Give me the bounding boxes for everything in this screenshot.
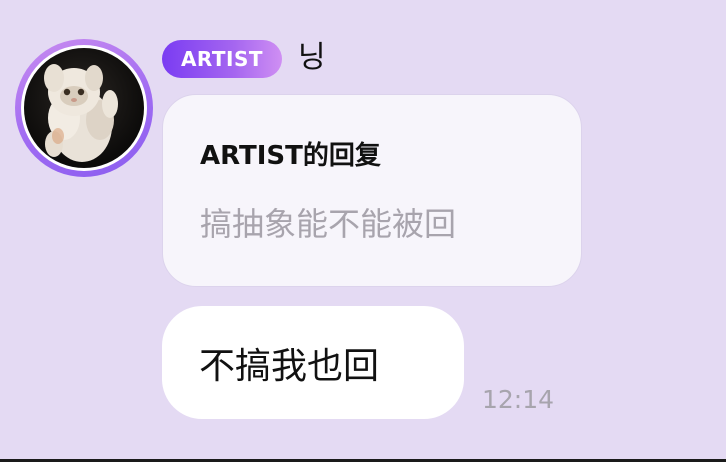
message-text: 不搞我也回 (199, 346, 380, 387)
cat-photo-icon (44, 64, 118, 162)
message-bubble[interactable]: 不搞我也回 (162, 306, 464, 419)
reply-quote-card[interactable]: ARTIST的回复 搞抽象能不能被回 (162, 94, 582, 287)
message-timestamp: 12:14 (482, 385, 555, 414)
reply-title: ARTIST的回复 (200, 141, 381, 171)
avatar-frame (21, 45, 147, 171)
sender-name[interactable]: 닝 (298, 38, 326, 78)
quoted-message: 搞抽象能不能被回 (200, 205, 457, 243)
artist-badge: ARTIST (162, 40, 282, 78)
avatar-photo (24, 48, 144, 168)
avatar[interactable] (15, 39, 153, 177)
